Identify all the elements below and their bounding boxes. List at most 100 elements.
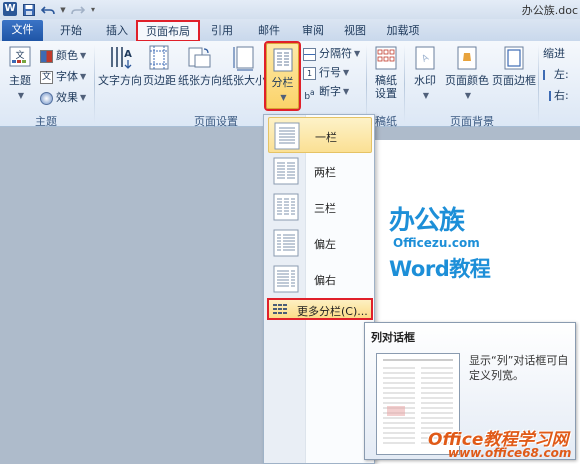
size-label: 纸张大小 — [222, 74, 266, 87]
page-color-label: 页面颜色 — [445, 74, 489, 87]
svg-text:A: A — [124, 49, 132, 60]
text-direction-icon: A — [111, 47, 132, 69]
one-column-icon — [274, 122, 300, 150]
more-columns-button[interactable]: 更多分栏(C)... — [267, 298, 373, 320]
columns-icon — [273, 48, 292, 72]
orientation-button[interactable]: 纸张方向 — [178, 45, 222, 109]
manuscript-setup-label: 稿纸设置 — [375, 74, 397, 100]
page-logo-subtitle: Word教程 — [389, 257, 491, 281]
tab-mailings[interactable]: 邮件 — [253, 21, 285, 41]
page-background-group-label: 页面背景 — [450, 115, 494, 128]
hyphenation-button[interactable]: ba 断字 ▼ — [303, 83, 349, 102]
text-direction-label: 文字方向 — [98, 74, 142, 87]
columns-option-right[interactable]: 偏右 — [268, 261, 372, 297]
two-columns-icon — [273, 157, 299, 185]
page-color-button[interactable]: 页面颜色 ▼ — [444, 45, 490, 109]
breaks-button[interactable]: 分隔符 ▼ — [303, 45, 360, 63]
columns-option-label: 三栏 — [314, 202, 336, 215]
watermark-label: 水印 — [414, 74, 436, 87]
effects-icon — [40, 91, 53, 105]
margins-icon — [149, 45, 169, 70]
tab-view[interactable]: 视图 — [339, 21, 371, 41]
columns-option-left[interactable]: 偏左 — [268, 225, 372, 261]
group-separator — [366, 45, 367, 123]
customize-quick-access-icon[interactable]: ▾ — [88, 2, 98, 17]
document-title: 办公族.doc — [521, 4, 578, 17]
page-setup-group-label: 页面设置 — [194, 115, 238, 128]
columns-label: 分栏 — [271, 76, 294, 89]
columns-option-two[interactable]: 两栏 — [268, 153, 372, 189]
chevron-down-icon: ▼ — [422, 91, 430, 100]
page-borders-button[interactable]: 页面边框 — [492, 45, 536, 109]
theme-effects-button[interactable]: 效果 ▼ — [40, 89, 86, 107]
indent-left-label: 左: — [554, 68, 569, 81]
page-size-icon — [233, 46, 254, 71]
page-borders-icon — [504, 46, 524, 70]
margins-button[interactable]: 页边距 — [143, 45, 176, 109]
tooltip-description: 显示“列”对话框可自定义列宽。 — [469, 354, 569, 382]
indent-right-icon — [543, 91, 551, 101]
tooltip-title: 列对话框 — [371, 331, 415, 344]
orientation-label: 纸张方向 — [178, 74, 222, 87]
tab-home[interactable]: 开始 — [54, 21, 88, 41]
fonts-icon: 文 — [40, 70, 53, 84]
more-columns-icon — [273, 304, 287, 314]
more-columns-label: 更多分栏(C)... — [297, 305, 368, 318]
themes-icon: 文 — [9, 46, 31, 67]
line-numbers-button[interactable]: 1 行号 ▼ — [303, 64, 349, 82]
svg-text:文: 文 — [15, 49, 24, 61]
undo-dropdown-icon[interactable]: ▼ — [60, 2, 66, 17]
three-columns-icon — [273, 193, 299, 221]
group-separator — [94, 45, 95, 123]
tab-insert[interactable]: 插入 — [100, 21, 134, 41]
columns-option-label: 偏右 — [314, 274, 336, 287]
columns-button[interactable]: 分栏 ▼ — [264, 41, 301, 111]
breaks-icon — [303, 47, 316, 61]
columns-option-label: 偏左 — [314, 238, 336, 251]
group-separator — [538, 45, 539, 123]
watermark-button[interactable]: A 水印 ▼ — [410, 45, 440, 109]
tab-file[interactable]: 文件 — [2, 20, 43, 41]
themes-button[interactable]: 文 主题 ▼ — [4, 45, 36, 109]
right-column-icon — [273, 265, 299, 293]
text-direction-button[interactable]: A 文字方向 — [98, 45, 142, 109]
page-color-icon — [457, 46, 477, 70]
site-watermark-url: www.office68.com — [448, 446, 572, 460]
theme-colors-label: 颜色 — [56, 49, 78, 62]
size-button[interactable]: 纸张大小 — [222, 45, 266, 109]
tab-references[interactable]: 引用 — [206, 21, 238, 41]
columns-option-three[interactable]: 三栏 — [268, 189, 372, 225]
hyphenation-label: 断字 — [319, 85, 341, 98]
line-numbers-icon: 1 — [303, 66, 316, 80]
redo-icon[interactable] — [70, 2, 86, 17]
columns-option-label: 一栏 — [315, 131, 337, 144]
columns-dropdown-menu: 一栏 两栏 三栏 偏左 偏右 更多分栏(C)... — [263, 114, 375, 464]
indent-right-field[interactable]: 右: — [543, 87, 569, 105]
theme-colors-button[interactable]: 颜色 ▼ — [40, 47, 86, 65]
hyphenation-icon: ba — [304, 87, 315, 102]
title-bar: W ▼ ▾ 办公族.doc — [0, 0, 580, 19]
themes-label: 主题 — [9, 74, 31, 87]
undo-icon[interactable] — [40, 2, 58, 17]
manuscript-setup-button[interactable]: 稿纸设置 — [371, 45, 401, 109]
page-logo-title: 办公族 — [389, 206, 465, 236]
word-app-icon[interactable]: W — [3, 2, 17, 16]
theme-fonts-button[interactable]: 文 字体 ▼ — [40, 68, 86, 86]
theme-effects-label: 效果 — [56, 91, 78, 104]
watermark-icon: A — [415, 46, 435, 70]
line-numbers-label: 行号 — [319, 66, 341, 79]
left-column-icon — [273, 229, 299, 257]
theme-group-label: 主题 — [35, 115, 57, 128]
group-separator — [404, 45, 405, 123]
columns-option-one[interactable]: 一栏 — [268, 117, 372, 153]
indent-left-field[interactable]: 左: — [543, 66, 569, 84]
chevron-down-icon: ▼ — [280, 93, 287, 102]
tab-review[interactable]: 审阅 — [297, 21, 329, 41]
tab-page-layout[interactable]: 页面布局 — [136, 20, 200, 42]
manuscript-group-label: 稿纸 — [375, 115, 397, 128]
tab-addins[interactable]: 加载项 — [381, 21, 425, 41]
page-logo-domain: Officezu.com — [393, 236, 480, 250]
chevron-down-icon: ▼ — [17, 91, 25, 100]
theme-fonts-label: 字体 — [56, 70, 78, 83]
save-icon[interactable] — [22, 2, 36, 17]
